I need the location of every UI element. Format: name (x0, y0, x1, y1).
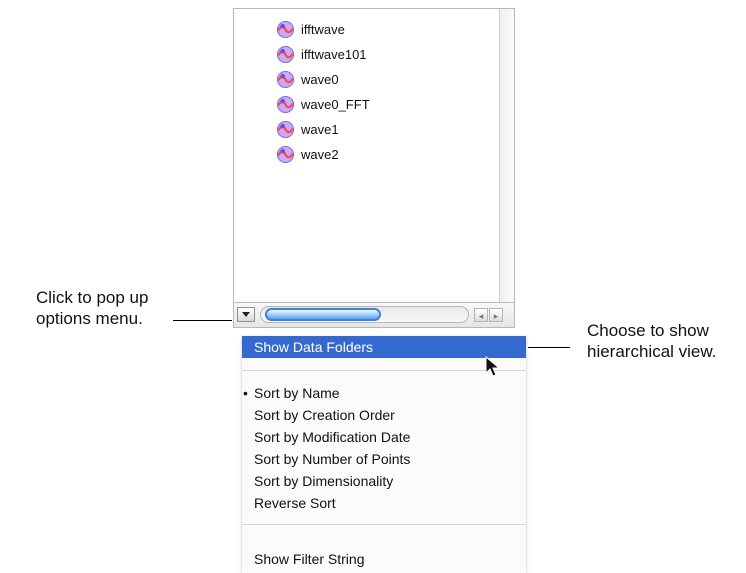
menu-separator (242, 524, 526, 525)
wave-label: wave1 (301, 122, 339, 137)
list-item[interactable]: wave0_FFT (276, 92, 370, 117)
wave-label: wave0_FFT (301, 97, 370, 112)
menu-item-sort-by-dimensionality[interactable]: Sort by Dimensionality (242, 470, 526, 492)
list-item[interactable]: ifftwave101 (276, 42, 370, 67)
menu-separator (242, 370, 526, 371)
wave-label: ifftwave101 (301, 47, 367, 62)
list-item[interactable]: wave2 (276, 142, 370, 167)
list-item[interactable]: wave0 (276, 67, 370, 92)
menu-item-sort-by-creation-order[interactable]: Sort by Creation Order (242, 404, 526, 426)
options-menu: Show Data Folders Sort by Name Sort by C… (242, 336, 526, 573)
wave-icon (276, 20, 295, 39)
callout-pointer-line-left (173, 320, 232, 321)
callout-pointer-line-right (528, 347, 570, 348)
vertical-scrollbar[interactable] (499, 9, 514, 303)
bottom-scroll-bar: ◂ ▸ (234, 302, 514, 327)
menu-item-sort-by-modification-date[interactable]: Sort by Modification Date (242, 426, 526, 448)
scroll-right-arrow[interactable]: ▸ (489, 308, 503, 322)
wave-list: ifftwave ifftwave101 wave0 wave0_FFT wav… (276, 17, 370, 167)
wave-label: ifftwave (301, 22, 345, 37)
menu-item-show-filter-string[interactable]: Show Filter String (242, 548, 526, 570)
menu-item-reverse-sort[interactable]: Reverse Sort (242, 492, 526, 514)
callout-options-menu: Click to pop up options menu. (36, 288, 149, 328)
list-item[interactable]: ifftwave (276, 17, 370, 42)
options-menu-button[interactable] (237, 307, 255, 322)
wave-icon (276, 45, 295, 64)
wave-label: wave2 (301, 147, 339, 162)
wave-icon (276, 70, 295, 89)
wave-icon (276, 120, 295, 139)
wave-label: wave0 (301, 72, 339, 87)
menu-item-show-data-folders[interactable]: Show Data Folders (242, 336, 526, 358)
menu-item-sort-by-number-of-points[interactable]: Sort by Number of Points (242, 448, 526, 470)
wave-icon (276, 145, 295, 164)
scroll-left-arrow[interactable]: ◂ (474, 308, 488, 322)
scroll-thumb[interactable] (265, 308, 381, 321)
horizontal-scrollbar[interactable] (260, 306, 469, 323)
list-item[interactable]: wave1 (276, 117, 370, 142)
menu-item-sort-by-name[interactable]: Sort by Name (242, 382, 526, 404)
wave-list-panel: ifftwave ifftwave101 wave0 wave0_FFT wav… (233, 8, 515, 328)
callout-hierarchical-view: Choose to show hierarchical view. (587, 321, 717, 361)
wave-icon (276, 95, 295, 114)
